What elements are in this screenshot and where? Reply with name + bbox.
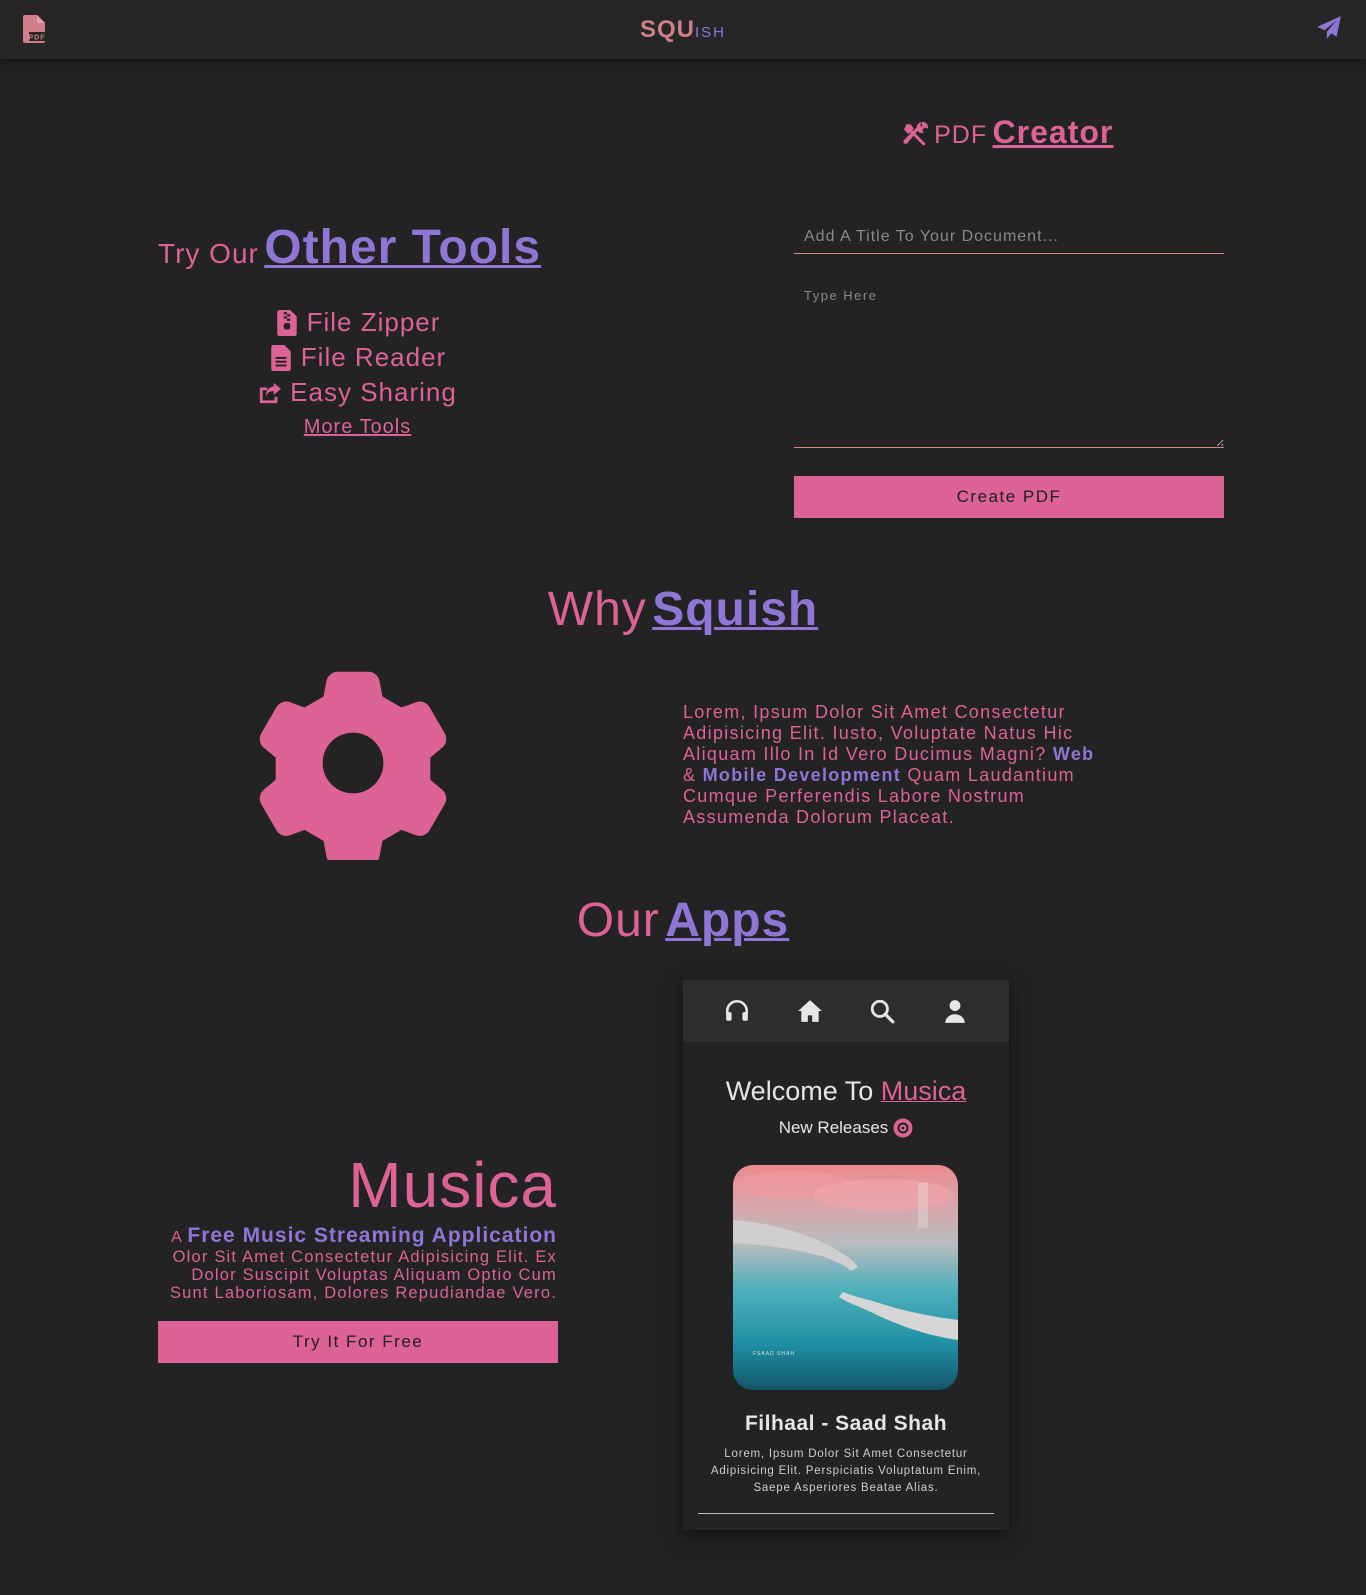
phone-welcome-prefix: Welcome To — [725, 1076, 874, 1106]
headphones-icon[interactable] — [724, 998, 750, 1024]
musica-info: Musica A Free Music Streaming Applicatio… — [155, 1150, 557, 1302]
musica-tag-main: Free Music Streaming Application — [187, 1224, 557, 1247]
why-highlight-mobile: Mobile Development — [702, 765, 902, 785]
apps-heading-prefix: Our — [576, 894, 660, 947]
share-icon — [260, 382, 282, 403]
phone-new-releases: New Releases — [683, 1118, 1009, 1138]
file-zip-icon — [276, 309, 297, 336]
pdf-heading-main[interactable]: Creator — [993, 114, 1114, 150]
why-heading: Why Squish — [0, 582, 1366, 637]
navbar: PDF SQUISH — [0, 0, 1366, 59]
brand-sub: ISH — [695, 24, 727, 41]
why-description: Lorem, Ipsum Dolor Sit Amet Consectetur … — [683, 702, 1103, 828]
musica-description: Olor Sit Amet Consectetur Adipisicing El… — [169, 1248, 557, 1302]
phone-divider — [698, 1513, 994, 1514]
gear-icon — [259, 671, 447, 860]
home-icon[interactable] — [797, 998, 823, 1024]
apps-heading-main[interactable]: Apps — [665, 894, 789, 947]
tools-list: File Zipper File Reader Easy Sharing Mor… — [150, 305, 565, 439]
tools-icon — [903, 121, 928, 146]
why-text-part1: Lorem, Ipsum Dolor Sit Amet Consectetur … — [683, 702, 1074, 764]
pdf-creator-heading: PDF Creator — [794, 114, 1222, 151]
song-title: Filhaal - Saad Shah — [744, 1412, 948, 1435]
musica-app-name: Musica — [348, 1149, 557, 1221]
brand-logo[interactable]: SQUISH — [0, 16, 1366, 44]
tool-item-easy-sharing[interactable]: Easy Sharing — [150, 375, 565, 410]
tool-item-file-zipper[interactable]: File Zipper — [150, 305, 565, 340]
tools-heading-main[interactable]: Other Tools — [264, 221, 541, 274]
apps-heading: Our Apps — [0, 893, 1366, 948]
more-tools-link[interactable]: More Tools — [304, 416, 411, 439]
song-description: Lorem, Ipsum Dolor Sit Amet Consectetur … — [710, 1448, 982, 1494]
document-body-textarea[interactable] — [794, 284, 1224, 448]
tool-item-label: Easy Sharing — [290, 377, 457, 407]
why-text-amp: & — [683, 765, 697, 785]
user-icon[interactable] — [942, 998, 968, 1024]
pdf-heading-prefix: PDF — [934, 121, 988, 149]
album-cover[interactable]: FSAAD SHAH — [733, 1165, 958, 1390]
why-highlight-web: Web — [1052, 744, 1095, 764]
disc-icon — [893, 1118, 913, 1138]
musica-phone-preview: Welcome To Musica New Releases FSAAD SHA… — [683, 980, 1009, 1530]
tools-heading-prefix: Try Our — [158, 238, 259, 269]
phone-nav-bar — [683, 980, 1009, 1042]
tool-item-label: File Reader — [300, 342, 447, 372]
tools-heading: Try Our Other Tools — [158, 220, 558, 275]
document-title-input[interactable] — [794, 220, 1224, 254]
create-pdf-button[interactable]: Create PDF — [794, 476, 1224, 518]
try-free-button[interactable]: Try It For Free — [158, 1321, 558, 1363]
brand-main: SQU — [639, 16, 695, 43]
file-text-icon — [271, 344, 291, 371]
why-heading-prefix: Why — [547, 583, 647, 636]
paper-plane-icon[interactable] — [1316, 15, 1342, 41]
search-icon[interactable] — [869, 998, 895, 1024]
new-releases-label: New Releases — [778, 1118, 889, 1137]
phone-welcome-title: Welcome To Musica — [683, 1076, 1009, 1107]
phone-welcome-brand: Musica — [880, 1076, 967, 1106]
tool-item-file-reader[interactable]: File Reader — [150, 340, 565, 375]
why-heading-main[interactable]: Squish — [652, 583, 818, 636]
musica-tag-prefix: A — [171, 1229, 182, 1246]
tool-item-label: File Zipper — [306, 307, 441, 337]
svg-text:FSAAD SHAH: FSAAD SHAH — [753, 1351, 795, 1357]
musica-tagline: A Free Music Streaming Application — [155, 1224, 557, 1248]
